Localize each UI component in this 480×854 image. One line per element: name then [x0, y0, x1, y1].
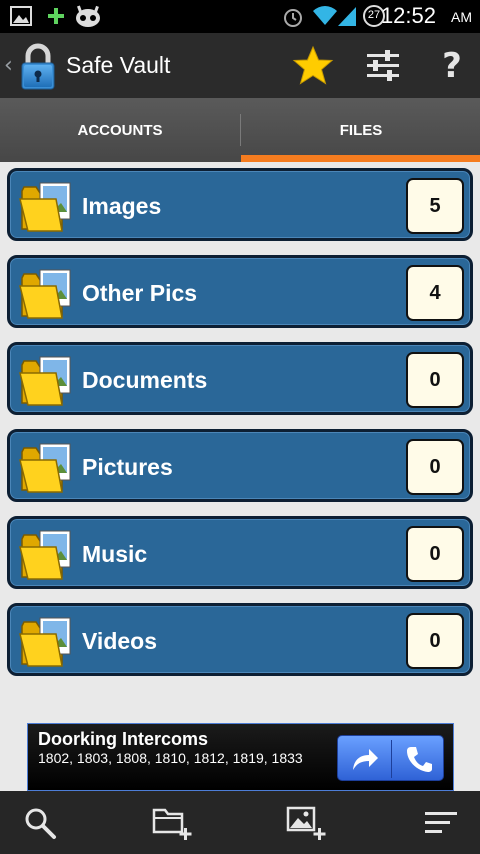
folder-icon: [19, 182, 71, 232]
folder-icon: [19, 269, 71, 319]
tab-accounts-label: ACCOUNTS: [77, 121, 163, 139]
add-image-button[interactable]: [282, 801, 332, 845]
folder-row-pictures[interactable]: Pictures 0: [7, 429, 473, 502]
folder-icon: [19, 443, 71, 493]
phone-icon: [406, 747, 432, 772]
ad-banner[interactable]: Doorking Intercoms 1802, 1803, 1808, 181…: [27, 723, 454, 791]
tab-accounts[interactable]: ACCOUNTS: [0, 98, 240, 162]
gallery-notification-icon: [10, 6, 32, 26]
back-chevron-icon[interactable]: ‹: [4, 53, 13, 78]
add-image-icon: [286, 806, 326, 840]
ad-title: Doorking Intercoms: [38, 729, 209, 749]
folder-icon: [19, 356, 71, 406]
plus-notification-icon: [48, 8, 64, 24]
sliders-icon: [367, 50, 399, 81]
folder-icon: [19, 530, 71, 580]
app-title: Safe Vault: [66, 52, 171, 78]
folder-row-images[interactable]: Images 5: [7, 168, 473, 241]
active-tab-indicator: [241, 155, 480, 162]
question-mark-icon: ?: [442, 46, 462, 86]
help-button[interactable]: ?: [427, 41, 477, 91]
star-icon: [292, 45, 334, 85]
status-bar: 27 12:52 AM: [0, 0, 480, 33]
sort-menu-button[interactable]: [416, 801, 466, 845]
ad-subtitle: 1802, 1803, 1808, 1810, 1812, 1819, 1833: [38, 750, 303, 766]
folder-icon: [19, 617, 71, 667]
folder-row-music[interactable]: Music 0: [7, 516, 473, 589]
signal-icon: [338, 7, 356, 26]
folder-name: Music: [82, 541, 148, 567]
bottom-toolbar: [0, 791, 480, 854]
folder-row-videos[interactable]: Videos 0: [7, 603, 473, 676]
folder-count: 0: [406, 439, 464, 495]
folder-row-other-pics[interactable]: Other Pics 4: [7, 255, 473, 328]
folder-count: 0: [406, 352, 464, 408]
add-folder-button[interactable]: [148, 801, 198, 845]
folder-count: 5: [406, 178, 464, 234]
tab-files-label: FILES: [339, 121, 383, 139]
padlock-logo-icon[interactable]: [20, 42, 56, 90]
folder-name: Documents: [82, 367, 208, 393]
folder-count: 0: [406, 613, 464, 669]
settings-button[interactable]: [358, 41, 408, 91]
folder-row-documents[interactable]: Documents 0: [7, 342, 473, 415]
search-icon: [25, 808, 56, 839]
action-bar: ‹ Safe Vault ?: [0, 33, 480, 98]
status-time: 12:52: [380, 3, 436, 28]
ad-share-button[interactable]: [338, 736, 391, 782]
ad-call-button[interactable]: [392, 736, 445, 782]
folder-count: 4: [406, 265, 464, 321]
search-button[interactable]: [15, 801, 65, 845]
folder-name: Pictures: [82, 454, 173, 480]
folder-name: Other Pics: [82, 280, 198, 306]
folder-name: Images: [82, 193, 162, 219]
wifi-icon: [313, 6, 337, 25]
share-arrow-icon: [352, 749, 378, 770]
folder-count: 0: [406, 526, 464, 582]
tab-files[interactable]: FILES: [241, 98, 480, 162]
sort-lines-icon: [425, 812, 457, 833]
android-notification-icon: [76, 5, 100, 27]
status-ampm: AM: [451, 9, 472, 25]
folder-name: Videos: [82, 628, 157, 654]
add-folder-icon: [152, 808, 192, 840]
favorite-button[interactable]: [288, 41, 338, 91]
alarm-icon: [284, 9, 302, 27]
tab-bar: ACCOUNTS FILES: [0, 98, 480, 162]
notification-badge-text: 27: [367, 9, 381, 21]
ad-actions: [337, 735, 444, 781]
